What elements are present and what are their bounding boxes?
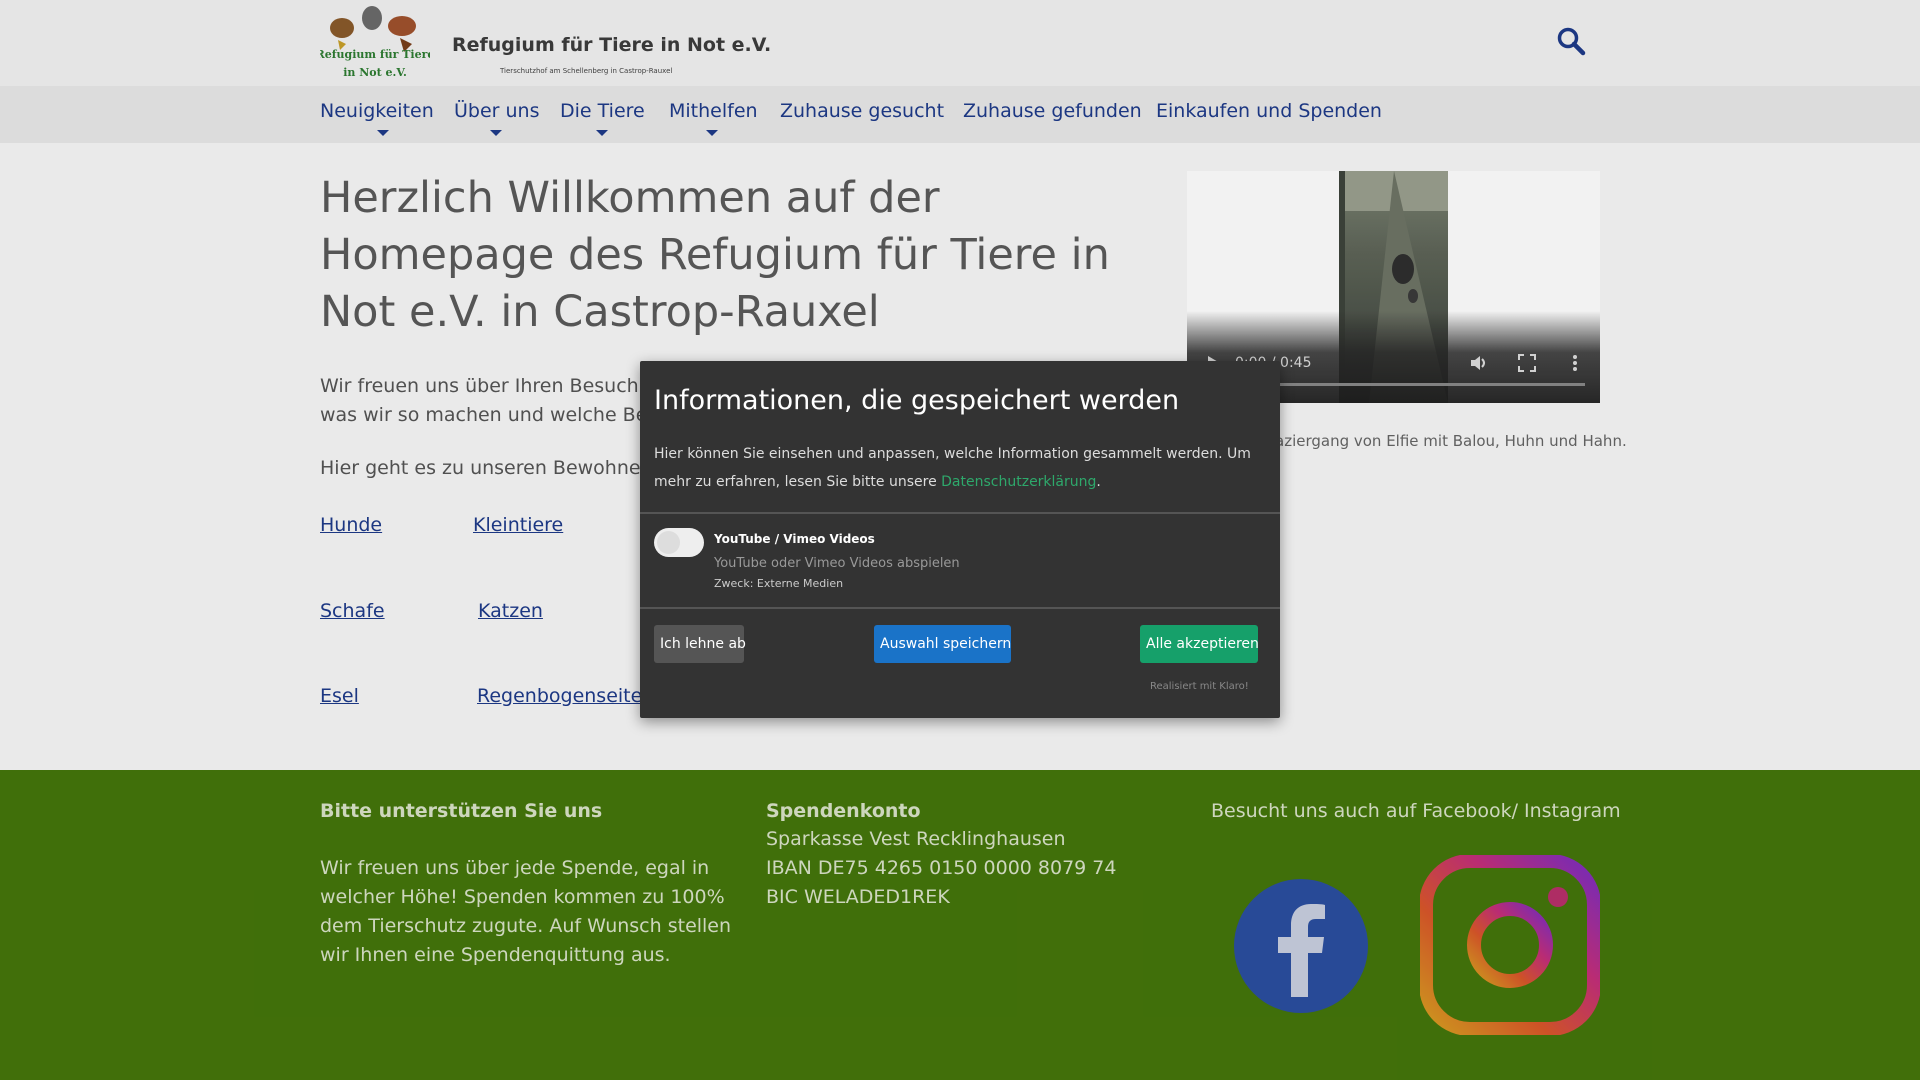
modal-divider [640, 512, 1280, 514]
modal-divider [640, 607, 1280, 609]
privacy-policy-link[interactable]: Datenschutzerklärung [941, 474, 1096, 490]
modal-title: Informationen, die gespeichert werden [654, 385, 1180, 416]
youtube-vimeo-toggle[interactable] [654, 528, 704, 557]
accept-all-button[interactable]: Alle akzeptieren [1140, 625, 1259, 663]
service-description: YouTube oder Vimeo Videos abspielen [714, 556, 960, 571]
modal-description: Hier können Sie einsehen und anpassen, w… [654, 440, 1266, 496]
toggle-knob [657, 531, 680, 554]
consent-modal: Informationen, die gespeichert werden Hi… [640, 361, 1280, 718]
service-purpose: Zweck: Externe Medien [714, 577, 844, 590]
save-selection-button[interactable]: Auswahl speichern [874, 625, 1011, 663]
service-name: YouTube / Vimeo Videos [714, 532, 875, 546]
klaro-credit-link[interactable]: Realisiert mit Klaro! [1150, 681, 1249, 692]
modal-description-end: . [1096, 474, 1101, 490]
decline-button[interactable]: Ich lehne ab [654, 625, 746, 663]
